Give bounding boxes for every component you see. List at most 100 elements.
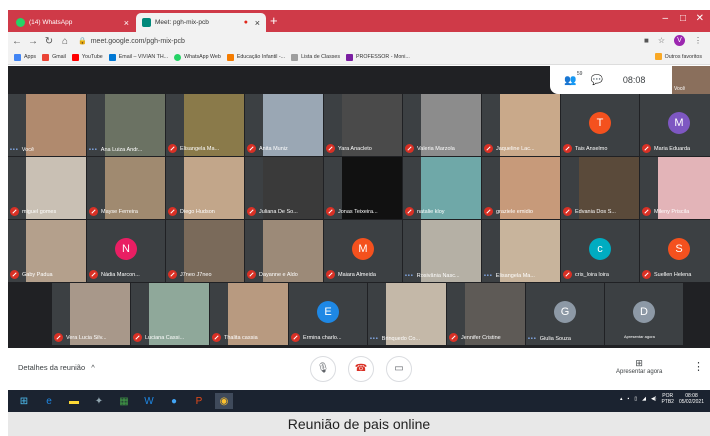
microphone-button[interactable]: 🎙 <box>310 356 336 382</box>
participant-tile[interactable]: graziele emidio <box>482 157 560 219</box>
self-view[interactable]: Você <box>672 66 710 94</box>
profile-avatar[interactable]: V <box>674 35 685 46</box>
participant-name: Mileny Priscila <box>654 208 690 215</box>
forward-icon[interactable]: → <box>26 36 40 47</box>
participant-tile[interactable]: ••• Rosivânia Nasc... <box>403 220 481 282</box>
participant-tile[interactable]: miguel gomes <box>8 157 86 219</box>
reload-icon[interactable]: ↻ <box>42 36 56 47</box>
settings-icon[interactable]: ✦ <box>90 393 108 409</box>
screenshot: (14) WhatsApp × Meet: pgh-mix-pcb ● × + … <box>0 0 710 436</box>
participant-tile[interactable]: M Maria Eduarda <box>640 94 710 156</box>
language-indicator[interactable]: POR PTB2 <box>661 393 674 405</box>
participant-tile[interactable]: S Suellen Helena <box>640 220 710 282</box>
excel-icon[interactable]: ▦ <box>115 393 133 409</box>
participant-tile[interactable]: Valeria Marzola <box>403 94 481 156</box>
participant-tile[interactable]: Jaqueline Lac... <box>482 94 560 156</box>
more-options-icon[interactable]: ⋮ <box>693 360 704 373</box>
meeting-details-button[interactable]: Detalhes da reunião ^ <box>18 363 95 372</box>
participant-tile[interactable]: c cris_loira loira <box>561 220 639 282</box>
participant-tile[interactable]: G ••• Giulia Souza <box>526 283 604 345</box>
participant-tile[interactable]: ••• Ana Luiza Andr... <box>87 94 165 156</box>
participant-tile[interactable]: ••• Elisangela Ma... <box>482 220 560 282</box>
participant-tile[interactable]: ••• Você <box>8 94 86 156</box>
network-icon[interactable]: ◢ <box>642 396 646 402</box>
windows-start-icon[interactable]: ⊞ <box>15 393 33 409</box>
participant-name-row: Elisangela Ma... <box>168 144 219 153</box>
participant-tile[interactable]: Edvania Dos S... <box>561 157 639 219</box>
tab-meet[interactable]: Meet: pgh-mix-pcb ● × <box>136 13 266 32</box>
muted-mic-icon <box>484 144 493 153</box>
present-now-button[interactable]: ⊞ Apresentar agora <box>616 358 662 375</box>
close-window-button[interactable]: ✕ <box>696 13 704 24</box>
url-field[interactable]: 🔒 meet.google.com/pgh-mix-pcb <box>78 37 185 46</box>
powerpoint-icon[interactable]: P <box>190 393 208 409</box>
participant-tile[interactable]: Jennifer Cristine <box>447 283 525 345</box>
participant-tile[interactable]: Juliana De So... <box>245 157 323 219</box>
bookmark-gmail[interactable]: Gmail <box>42 53 66 61</box>
file-explorer-icon[interactable]: ▬ <box>65 393 83 409</box>
participant-tile[interactable]: Yara Anacleto <box>324 94 402 156</box>
bookmark-lista[interactable]: Lista de Classes <box>291 53 340 61</box>
chat-icon[interactable]: 💬 <box>590 75 602 86</box>
camera-icon[interactable]: ■ <box>644 36 649 45</box>
participant-name: Tais Anselmo <box>575 145 608 152</box>
youtube-icon <box>71 53 79 61</box>
participant-tile[interactable]: Anita Muniz <box>245 94 323 156</box>
bookmark-youtube[interactable]: YouTube <box>71 53 103 61</box>
participants-count: 59 <box>576 70 583 77</box>
participant-tile[interactable]: Jonas Teixeira... <box>324 157 402 219</box>
new-tab-button[interactable]: + <box>270 14 278 28</box>
participant-name-row: Anita Muniz <box>247 144 288 153</box>
star-icon[interactable]: ☆ <box>658 36 665 45</box>
participant-name: cris_loira loira <box>575 271 609 278</box>
participant-tile[interactable]: Mayse Ferreira <box>87 157 165 219</box>
participant-tile[interactable]: E Ermina charlo... <box>289 283 367 345</box>
tab-whatsapp[interactable]: (14) WhatsApp × <box>10 13 135 32</box>
participant-tile[interactable]: ••• Brinquedo Co... <box>368 283 446 345</box>
bookmark-educacao[interactable]: Educação Infantil -... <box>226 53 285 61</box>
list-icon <box>291 53 299 61</box>
home-icon[interactable]: ⌂ <box>58 36 72 47</box>
word-icon[interactable]: W <box>140 393 158 409</box>
close-icon[interactable]: × <box>255 18 260 28</box>
participant-tile[interactable]: Dayanne e Aldo <box>245 220 323 282</box>
participant-tile[interactable]: Thalita cassia <box>210 283 288 345</box>
bookmark-apps[interactable]: Apps <box>14 53 36 61</box>
participant-tile[interactable]: Elisangela Ma... <box>166 94 244 156</box>
tray-arrow-icon[interactable]: ▴ <box>620 396 623 402</box>
bookmark-professor[interactable]: PROFESSOR - Moni... <box>345 53 410 61</box>
bookmark-whatsapp-web[interactable]: WhatsApp Web <box>174 53 221 61</box>
volume-icon[interactable]: ◀) <box>651 396 657 402</box>
bookmark-email[interactable]: Email – VIVIAN TH... <box>108 53 168 61</box>
participant-tile[interactable]: Luciana Cassi... <box>131 283 209 345</box>
battery-icon[interactable]: ▯ <box>634 396 637 402</box>
participant-tile[interactable]: M Maiara Almeida <box>324 220 402 282</box>
clock[interactable]: 08:08 05/02/2021 <box>679 393 704 405</box>
close-icon[interactable]: × <box>124 18 129 28</box>
participant-tile[interactable]: Gaby Padua <box>8 220 86 282</box>
participant-tile[interactable]: natalie kloy <box>403 157 481 219</box>
zoom-icon[interactable]: ● <box>165 393 183 409</box>
tray-app-icon[interactable]: ▪ <box>628 396 630 402</box>
leave-call-button[interactable]: ☎ <box>348 356 374 382</box>
participant-tile[interactable]: N Nádia Marcon... <box>87 220 165 282</box>
chrome-icon[interactable]: ◉ <box>215 393 233 409</box>
participant-name: natalie kloy <box>417 208 445 215</box>
participant-tile[interactable]: T Tais Anselmo <box>561 94 639 156</box>
muted-mic-icon <box>449 333 458 342</box>
menu-icon[interactable]: ⋮ <box>694 36 702 45</box>
participant-tile[interactable]: Mileny Priscila <box>640 157 710 219</box>
muted-mic-icon <box>563 270 572 279</box>
bookmark-other[interactable]: Outros favoritos <box>654 53 702 60</box>
minimize-button[interactable]: – <box>662 13 668 24</box>
participant-tile[interactable]: Vera Lucia Silv... <box>52 283 130 345</box>
participant-avatar: M <box>352 238 374 260</box>
participant-tile[interactable]: J7neo J7neo <box>166 220 244 282</box>
back-icon[interactable]: ← <box>10 36 24 47</box>
people-icon[interactable]: 👥 59 <box>564 71 582 86</box>
edge-icon[interactable]: e <box>40 393 58 409</box>
camera-button[interactable]: ▭ <box>386 356 412 382</box>
participant-tile[interactable]: Diego Hudson <box>166 157 244 219</box>
maximize-button[interactable]: □ <box>680 13 686 24</box>
muted-mic-icon <box>642 270 651 279</box>
